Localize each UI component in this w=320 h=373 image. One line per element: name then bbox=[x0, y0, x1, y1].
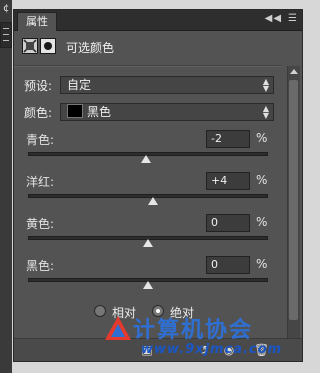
corner-hint: ¢ bbox=[3, 3, 10, 14]
cyan-slider-thumb[interactable] bbox=[140, 155, 151, 163]
trash-icon[interactable]: 🗑 bbox=[254, 343, 269, 357]
radio-relative-label: 相对 bbox=[112, 306, 137, 320]
clip-to-layer-icon[interactable]: ▣ bbox=[140, 343, 154, 357]
mask-icon[interactable] bbox=[40, 38, 56, 54]
yellow-slider-thumb[interactable] bbox=[143, 239, 153, 247]
yellow-unit: % bbox=[256, 215, 268, 229]
properties-panel: 属性 ◀◀ ☰ 可选颜色 预设: 自定 ▲ ▼ 颜色: 黑色 ▲ ▼ 青色: -2 %… bbox=[13, 9, 303, 362]
magenta-label: 洋红: bbox=[26, 175, 55, 189]
yellow-input[interactable]: 0 bbox=[206, 214, 250, 232]
tab-properties[interactable]: 属性 bbox=[17, 12, 57, 31]
panel-titlebar: 属性 ◀◀ ☰ bbox=[14, 10, 302, 31]
adjustment-icon[interactable] bbox=[22, 38, 38, 54]
colors-select[interactable]: 黑色 ▲ ▼ bbox=[60, 103, 274, 121]
colors-label: 颜色: bbox=[24, 106, 53, 120]
magenta-slider-thumb[interactable] bbox=[147, 197, 158, 205]
panel-bottom-bar: ▣ ↺ ◉ 🗑 bbox=[14, 338, 302, 361]
preset-value: 自定 bbox=[67, 78, 92, 92]
adjustment-title: 可选颜色 bbox=[66, 41, 115, 55]
cyan-label: 青色: bbox=[26, 133, 55, 147]
black-slider-thumb[interactable] bbox=[143, 281, 153, 289]
cyan-input[interactable]: -2 bbox=[206, 130, 250, 148]
select-arrows-icon: ▲ ▼ bbox=[262, 77, 269, 93]
magenta-input[interactable]: +4 bbox=[206, 172, 250, 190]
radio-absolute-label: 绝对 bbox=[170, 306, 195, 320]
preset-label: 预设: bbox=[24, 79, 53, 93]
radio-absolute-dot bbox=[152, 305, 164, 317]
titlebar-controls: ◀◀ ☰ bbox=[265, 13, 298, 24]
scrollbar-thumb[interactable] bbox=[289, 80, 298, 320]
panel-scrollbar[interactable] bbox=[287, 66, 300, 338]
black-input[interactable]: 0 bbox=[206, 256, 250, 274]
black-unit: % bbox=[256, 257, 268, 271]
header-divider bbox=[14, 65, 282, 67]
black-label: 黑色: bbox=[26, 259, 55, 273]
preset-select[interactable]: 自定 ▲ ▼ bbox=[60, 76, 274, 94]
magenta-unit: % bbox=[256, 173, 268, 187]
yellow-label: 黄色: bbox=[26, 217, 55, 231]
panel-menu-icon[interactable]: ☰ bbox=[288, 13, 298, 24]
scroll-up-icon[interactable] bbox=[290, 69, 298, 74]
reset-icon[interactable]: ↺ bbox=[196, 343, 210, 357]
radio-relative-dot bbox=[94, 305, 106, 317]
tools-strip bbox=[0, 0, 12, 373]
visibility-icon[interactable]: ◉ bbox=[222, 343, 236, 357]
tool-button[interactable] bbox=[0, 22, 12, 48]
select-arrows-icon: ▲ ▼ bbox=[262, 104, 269, 120]
collapse-icon[interactable]: ◀◀ bbox=[265, 13, 282, 24]
colors-value: 黑色 bbox=[87, 105, 112, 119]
cyan-unit: % bbox=[256, 131, 268, 145]
color-swatch bbox=[67, 104, 83, 118]
